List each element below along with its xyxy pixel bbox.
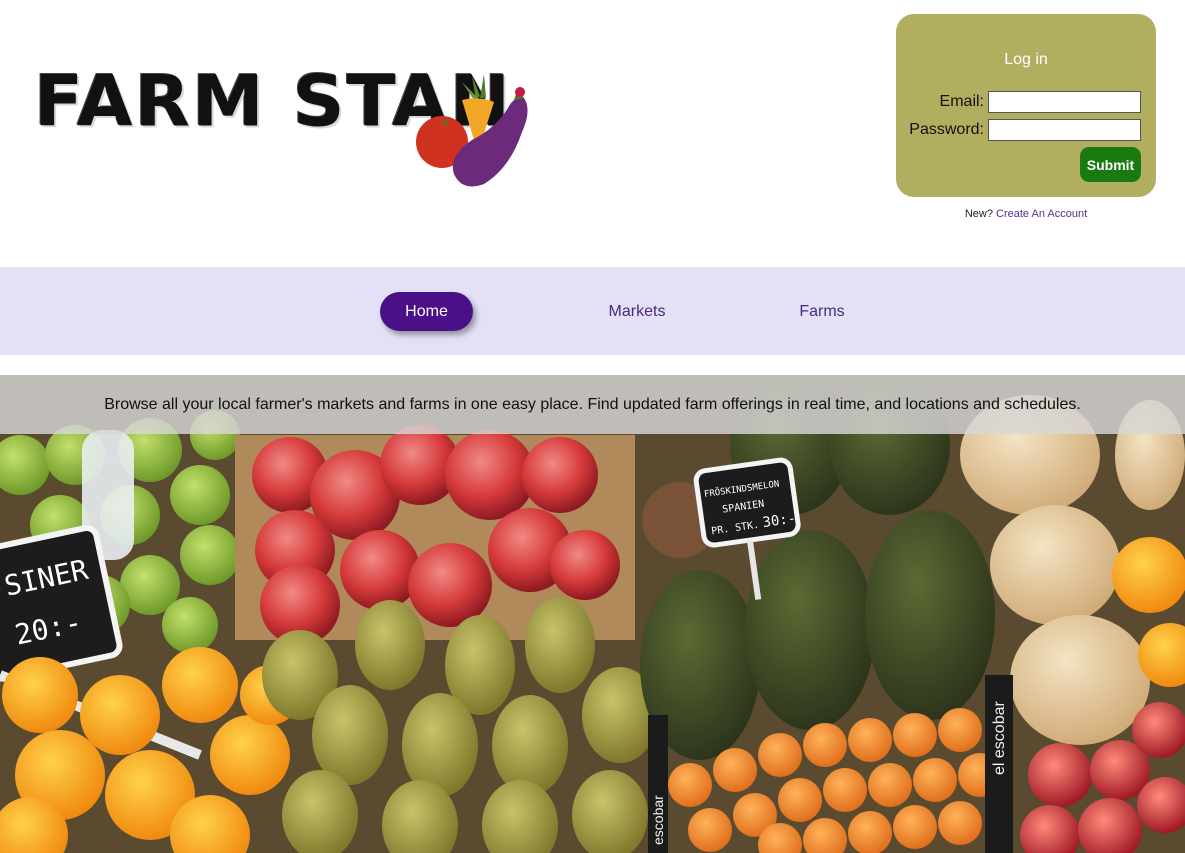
signup-prompt: New? Create An Account (896, 208, 1156, 220)
login-card: Log in Email: Password: Submit (896, 14, 1156, 197)
hero-tagline-banner: Browse all your local farmer's markets a… (0, 375, 1185, 434)
vegetables-icon (416, 74, 528, 187)
sign-escobar: escobar (650, 795, 666, 845)
password-field[interactable] (988, 119, 1141, 141)
email-field[interactable] (988, 91, 1141, 113)
main-nav: Home Markets Farms (0, 267, 1185, 355)
submit-button[interactable]: Submit (1080, 147, 1141, 182)
hero-tagline: Browse all your local farmer's markets a… (104, 395, 1081, 413)
login-title: Log in (1004, 51, 1048, 68)
hero-image: SINER 20:- FRÖSKINDSMELON SPANIEN PR. ST… (0, 375, 1185, 853)
create-account-link[interactable]: Create An Account (996, 208, 1087, 220)
nav-markets[interactable]: Markets (598, 292, 676, 331)
password-label: Password: (909, 121, 984, 138)
new-label: New? (964, 208, 993, 220)
nav-home[interactable]: Home (380, 292, 473, 331)
produce-photo: SINER 20:- FRÖSKINDSMELON SPANIEN PR. ST… (0, 375, 1185, 853)
email-label: Email: (939, 93, 984, 110)
sign-el-escobar: el escobar (991, 701, 1008, 775)
site-logo[interactable]: FARM STAN (34, 62, 534, 192)
nav-farms[interactable]: Farms (792, 292, 852, 331)
